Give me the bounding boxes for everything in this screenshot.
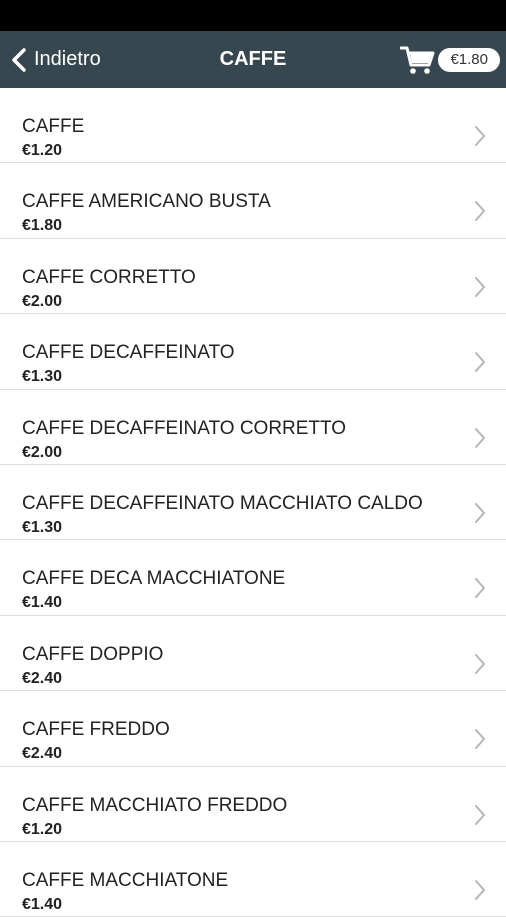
chevron-right-icon — [475, 729, 485, 750]
chevron-right-icon — [475, 502, 485, 523]
chevron-left-icon — [12, 47, 26, 72]
product-name: CAFFE FREDDO — [22, 719, 170, 741]
product-price: €1.20 — [22, 142, 63, 159]
product-price: €1.80 — [22, 217, 63, 235]
back-button[interactable]: Indietro — [10, 31, 101, 88]
product-price: €1.20 — [22, 820, 63, 838]
chevron-right-icon — [475, 578, 485, 599]
list-item[interactable]: CAFFE DECAFFEINATO MACCHIATO CALDO €1.30 — [0, 465, 506, 541]
chevron-right-icon — [475, 201, 485, 222]
product-price: €2.00 — [22, 443, 63, 461]
list-item[interactable]: CAFFE AMERICANO BUSTA €1.80 — [0, 163, 506, 239]
product-price: €1.30 — [22, 368, 63, 386]
product-name: CAFFE DECAFFEINATO MACCHIATO CALDO — [22, 492, 423, 514]
list-item[interactable]: CAFFE MACCHIATO FREDDO €1.20 — [0, 767, 506, 842]
list-item[interactable]: CAFFE DECA MACCHIATONE €1.40 — [0, 540, 506, 616]
chevron-right-icon — [475, 879, 485, 900]
list-item[interactable]: CAFFE DOPPIO €2.40 — [0, 616, 506, 692]
list-item[interactable]: CAFFE FREDDO €2.40 — [0, 691, 506, 767]
chevron-right-icon — [475, 653, 485, 674]
shopping-cart-icon — [400, 46, 435, 74]
product-name: CAFFE CORRETTO — [22, 266, 196, 288]
product-price: €1.40 — [22, 594, 63, 612]
list-item[interactable]: CAFFE CORRETTO €2.00 — [0, 239, 506, 315]
product-name: CAFFE DECAFFEINATO CORRETTO — [22, 417, 347, 439]
product-name: CAFFE — [22, 116, 85, 137]
product-price: €2.40 — [22, 669, 63, 687]
list-item[interactable]: CAFFE DECAFFEINATO €1.30 — [0, 314, 506, 390]
product-price: €2.00 — [22, 292, 63, 310]
product-price: €2.40 — [22, 745, 63, 763]
product-name: CAFFE MACCHIATO FREDDO — [22, 794, 288, 816]
list-item[interactable]: CAFFE DECAFFEINATO CORRETTO €2.00 — [0, 390, 506, 465]
product-name: CAFFE AMERICANO BUSTA — [22, 191, 271, 213]
chevron-right-icon — [475, 126, 485, 146]
chevron-right-icon — [475, 427, 485, 448]
product-name: CAFFE DECA MACCHIATONE — [22, 568, 286, 590]
status-bar — [0, 0, 506, 31]
product-name: CAFFE DOPPIO — [22, 643, 164, 665]
product-price: €1.30 — [22, 518, 63, 536]
chevron-right-icon — [475, 276, 485, 297]
list-item[interactable]: CAFFE €1.20 — [0, 88, 506, 164]
nav-bar: Indietro CAFFE €1.80 — [0, 31, 506, 88]
product-price: €1.40 — [22, 895, 63, 913]
product-name: CAFFE DECAFFEINATO — [22, 342, 235, 364]
chevron-right-icon — [475, 352, 485, 373]
product-list: CAFFE €1.20 CAFFE AMERICANO BUSTA €1.80 CAFF… — [0, 88, 506, 917]
list-item[interactable]: CAFFE MACCHIATONE €1.40 — [0, 842, 506, 917]
product-name: CAFFE MACCHIATONE — [22, 869, 229, 891]
cart-button[interactable]: €1.80 — [400, 31, 500, 88]
back-label: Indietro — [34, 48, 101, 70]
cart-total-badge: €1.80 — [438, 47, 500, 72]
chevron-right-icon — [475, 804, 485, 825]
